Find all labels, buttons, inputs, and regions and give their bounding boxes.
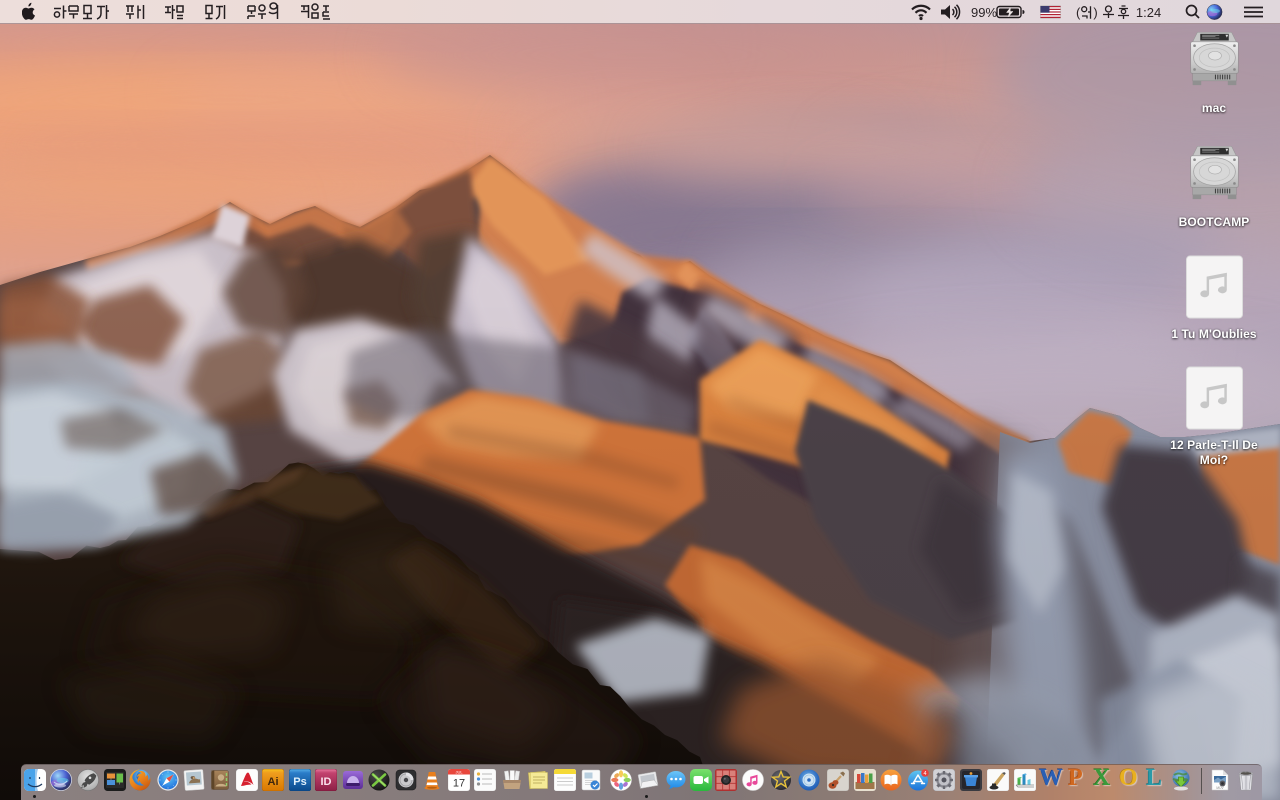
svg-text:4: 4 [923,771,926,777]
svg-text:Ai: Ai [268,776,279,788]
svg-text:Ps: Ps [293,776,306,788]
svg-text:JUL: JUL [455,770,463,775]
svg-text:17: 17 [452,778,464,790]
svg-text:ID: ID [321,776,332,788]
svg-text:MOV: MOV [1216,786,1224,790]
